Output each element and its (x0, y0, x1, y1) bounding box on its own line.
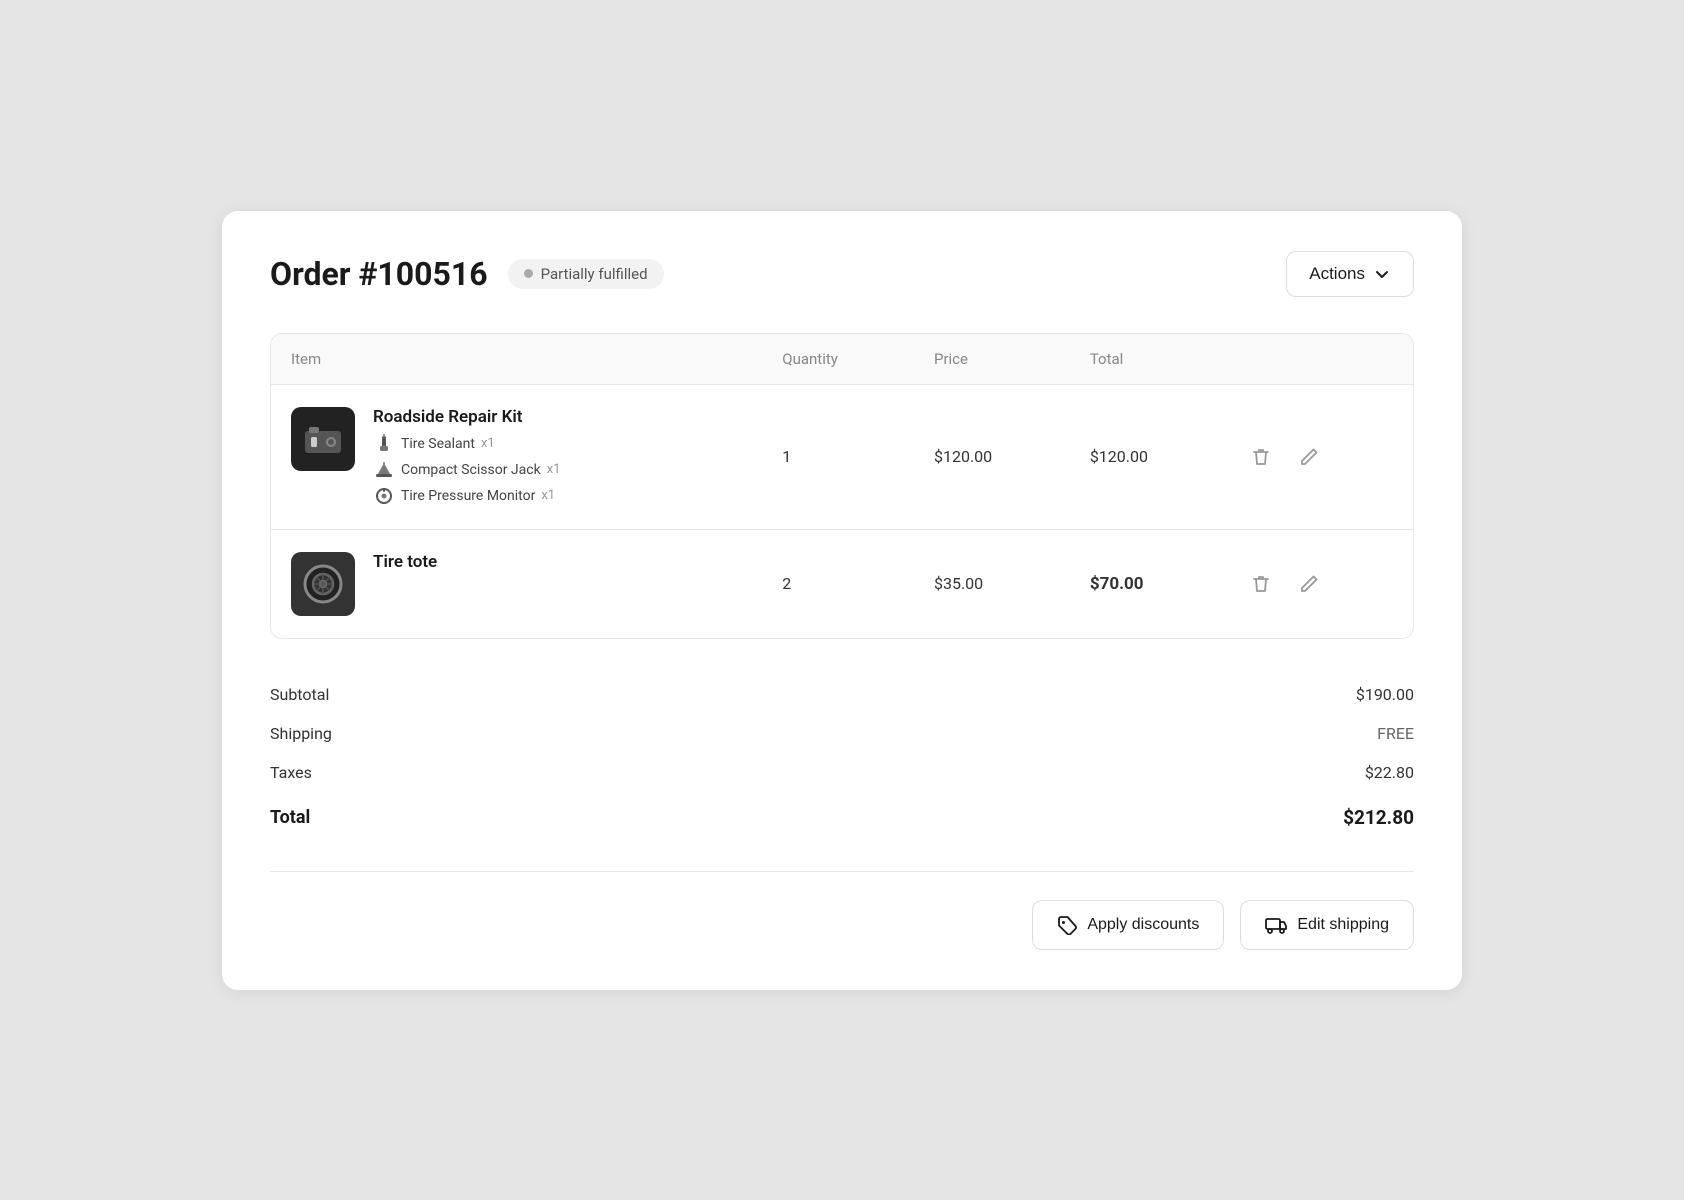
total-cell-2: $70.00 (1070, 529, 1226, 638)
actions-button[interactable]: Actions (1286, 251, 1414, 297)
jack-icon (373, 459, 395, 481)
monitor-svg (374, 486, 394, 506)
total-value: $212.80 (1343, 806, 1414, 829)
sealant-icon (373, 433, 395, 455)
edit-button-2[interactable] (1294, 569, 1324, 599)
tire-icon (301, 562, 345, 606)
jack-name: Compact Scissor Jack (401, 462, 541, 478)
total-label: Total (270, 807, 310, 828)
apply-discounts-label: Apply discounts (1087, 916, 1199, 934)
status-label: Partially fulfilled (541, 265, 648, 283)
truck-icon (1265, 915, 1287, 935)
total-cell-1: $120.00 (1070, 384, 1226, 529)
row-actions-2 (1226, 529, 1413, 638)
summary-total: Total $212.80 (270, 792, 1414, 839)
pencil-icon (1298, 446, 1320, 468)
sub-item-sealant: Tire Sealant x1 (373, 433, 560, 455)
summary-shipping: Shipping FREE (270, 714, 1414, 753)
status-badge: Partially fulfilled (508, 259, 664, 289)
item-details-1: Roadside Repair Kit (373, 407, 560, 507)
summary-taxes: Taxes $22.80 (270, 753, 1414, 792)
sealant-qty: x1 (481, 436, 495, 451)
item-cell-inner-2: Tire tote (291, 552, 742, 616)
row-actions-1 (1226, 384, 1413, 529)
delete-button-2[interactable] (1246, 569, 1276, 599)
edit-button-1[interactable] (1294, 442, 1324, 472)
page-header: Order #100516 Partially fulfilled Action… (270, 251, 1414, 297)
monitor-name: Tire Pressure Monitor (401, 488, 535, 504)
col-price: Price (914, 334, 1070, 385)
repair-kit-icon (301, 417, 345, 461)
order-title: Order #100516 (270, 255, 488, 293)
order-table: Item Quantity Price Total (271, 334, 1413, 638)
apply-discounts-button[interactable]: Apply discounts (1032, 900, 1224, 950)
sub-item-jack: Compact Scissor Jack x1 (373, 459, 560, 481)
item-name-1: Roadside Repair Kit (373, 407, 560, 427)
chevron-down-icon (1373, 265, 1391, 283)
subtotal-label: Subtotal (270, 685, 329, 704)
sub-items-1: Tire Sealant x1 (373, 433, 560, 507)
item-cell-inner-1: Roadside Repair Kit (291, 407, 742, 507)
monitor-qty: x1 (541, 488, 555, 503)
status-dot-icon (524, 269, 533, 278)
price-cell-1: $120.00 (914, 384, 1070, 529)
shipping-label: Shipping (270, 724, 332, 743)
summary-section: Subtotal $190.00 Shipping FREE Taxes $22… (270, 647, 1414, 839)
sub-item-monitor: Tire Pressure Monitor x1 (373, 485, 560, 507)
sealant-svg (374, 434, 394, 454)
taxes-label: Taxes (270, 763, 312, 782)
header-left: Order #100516 Partially fulfilled (270, 255, 664, 293)
action-icons-1 (1246, 442, 1393, 472)
item-cell-1: Roadside Repair Kit (271, 384, 762, 529)
table-body: Roadside Repair Kit (271, 384, 1413, 638)
trash-icon (1250, 446, 1272, 468)
col-total: Total (1070, 334, 1226, 385)
edit-shipping-button[interactable]: Edit shipping (1240, 900, 1414, 950)
summary-subtotal: Subtotal $190.00 (270, 675, 1414, 714)
order-card: Order #100516 Partially fulfilled Action… (222, 211, 1462, 990)
item-image-1 (291, 407, 355, 471)
subtotal-value: $190.00 (1356, 685, 1414, 704)
table-row: Tire tote 2 $35.00 $70.00 (271, 529, 1413, 638)
delete-button-1[interactable] (1246, 442, 1276, 472)
table-row: Roadside Repair Kit (271, 384, 1413, 529)
action-icons-2 (1246, 569, 1393, 599)
item-cell-2: Tire tote (271, 529, 762, 638)
qty-cell-2: 2 (762, 529, 914, 638)
trash-icon (1250, 573, 1272, 595)
shipping-value: FREE (1377, 724, 1414, 743)
footer-actions: Apply discounts Edit shipping (270, 871, 1414, 950)
qty-cell-1: 1 (762, 384, 914, 529)
col-actions (1226, 334, 1413, 385)
jack-svg (374, 460, 394, 480)
item-image-2 (291, 552, 355, 616)
edit-shipping-label: Edit shipping (1297, 916, 1389, 934)
taxes-value: $22.80 (1365, 763, 1414, 782)
table-head: Item Quantity Price Total (271, 334, 1413, 385)
jack-qty: x1 (547, 462, 561, 477)
monitor-icon (373, 485, 395, 507)
order-table-wrapper: Item Quantity Price Total (270, 333, 1414, 639)
price-cell-2: $35.00 (914, 529, 1070, 638)
item-name-2: Tire tote (373, 552, 437, 572)
pencil-icon (1298, 573, 1320, 595)
sealant-name: Tire Sealant (401, 436, 475, 452)
col-quantity: Quantity (762, 334, 914, 385)
col-item: Item (271, 334, 762, 385)
actions-label: Actions (1309, 264, 1365, 284)
item-details-2: Tire tote (373, 552, 437, 572)
tag-icon (1057, 915, 1077, 935)
